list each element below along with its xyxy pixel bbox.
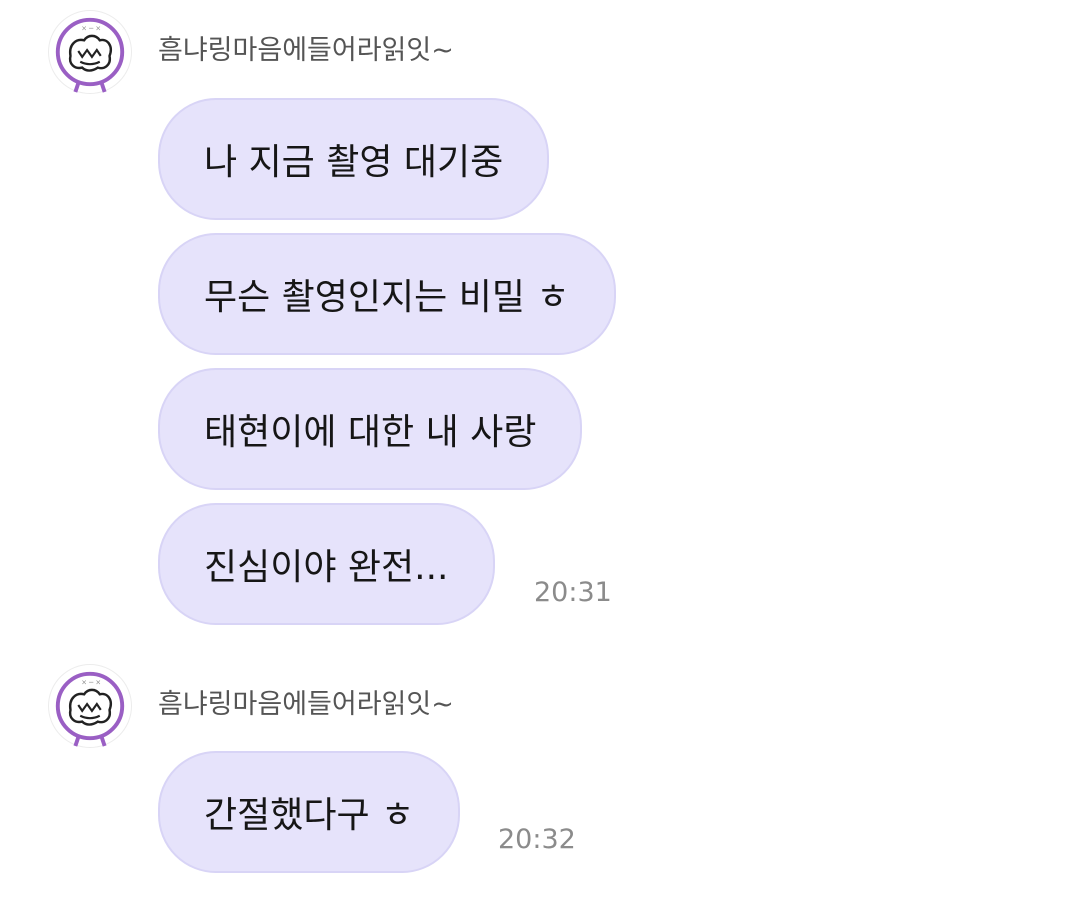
svg-text:× ─ ×: × ─ × [81, 679, 101, 687]
sender-avatar[interactable]: × ─ × [48, 10, 132, 94]
message-bubble[interactable]: 진심이야 완전... [158, 503, 495, 625]
message-text: 나 지금 촬영 대기중 [204, 142, 504, 183]
message-text: 간절했다구 ㅎ [204, 795, 415, 836]
message-text: 진심이야 완전... [204, 547, 449, 588]
sender-name: 흠냐링마음에들어라읽잇~ [158, 689, 454, 720]
cartoon-face-icon: × ─ × [55, 671, 125, 747]
cartoon-face-icon: × ─ × [55, 17, 125, 93]
message-timestamp: 20:31 [534, 577, 612, 608]
sender-avatar[interactable]: × ─ × [48, 664, 132, 748]
sender-name: 흠냐링마음에들어라읽잇~ [158, 35, 454, 66]
message-bubble[interactable]: 나 지금 촬영 대기중 [158, 98, 550, 220]
message-bubble[interactable]: 태현이에 대한 내 사랑 [158, 368, 583, 490]
message-text: 태현이에 대한 내 사랑 [204, 412, 537, 453]
message-bubble[interactable]: 무슨 촬영인지는 비밀 ㅎ [158, 233, 616, 355]
message-text: 무슨 촬영인지는 비밀 ㅎ [204, 277, 570, 318]
message-bubble[interactable]: 간절했다구 ㅎ [158, 751, 461, 873]
message-timestamp: 20:32 [498, 824, 576, 855]
svg-text:× ─ ×: × ─ × [81, 25, 101, 33]
